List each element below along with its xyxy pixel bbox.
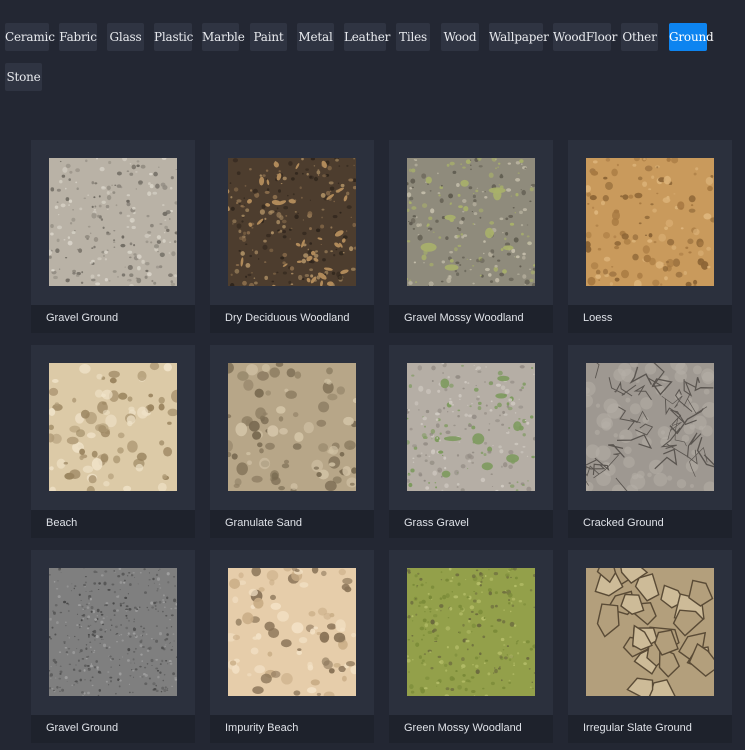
material-thumbnail[interactable]	[586, 568, 714, 696]
material-thumbnail[interactable]	[228, 158, 356, 286]
material-name: Impurity Beach	[225, 722, 299, 734]
material-name: Gravel Mossy Woodland	[404, 312, 524, 324]
material-name: Granulate Sand	[225, 517, 303, 529]
material-label-bar: Gravel Ground	[31, 305, 195, 333]
material-name: Loess	[583, 312, 613, 324]
material-label-bar: Loess	[568, 305, 732, 333]
category-tab-woodfloor[interactable]: WoodFloor	[553, 23, 617, 51]
category-tab-marble[interactable]: Marble	[202, 23, 245, 51]
material-label-bar: Granulate Sand	[210, 510, 374, 538]
category-tab-leather[interactable]: Leather	[344, 23, 390, 51]
material-thumbnail[interactable]	[228, 363, 356, 491]
category-tab-fabric[interactable]: Fabric	[59, 23, 97, 51]
category-tab-other[interactable]: Other	[621, 23, 658, 51]
impurity-beach-texture	[228, 568, 356, 696]
material-name: Green Mossy Woodland	[404, 722, 522, 734]
cracked-texture	[586, 363, 714, 491]
material-name: Beach	[46, 517, 78, 529]
category-tab-ceramic[interactable]: Ceramic	[5, 23, 55, 51]
green-moss-texture	[407, 568, 535, 696]
material-card[interactable]: Beach	[31, 345, 195, 538]
material-name: Gravel Ground	[46, 722, 119, 734]
material-label-bar: Grass Gravel	[389, 510, 553, 538]
gravel-light-texture	[49, 158, 177, 286]
material-card[interactable]: Granulate Sand	[210, 345, 374, 538]
material-thumbnail[interactable]	[586, 363, 714, 491]
material-label-bar: Impurity Beach	[210, 715, 374, 743]
category-tab-ground[interactable]: Ground	[669, 23, 714, 51]
material-card[interactable]: Gravel Mossy Woodland	[389, 140, 553, 333]
category-tab-wallpaper[interactable]: Wallpaper	[489, 23, 549, 51]
material-name: Cracked Ground	[583, 517, 664, 529]
material-label-bar: Gravel Mossy Woodland	[389, 305, 553, 333]
material-name: Dry Deciduous Woodland	[225, 312, 350, 324]
material-card[interactable]: Cracked Ground	[568, 345, 732, 538]
material-thumbnail[interactable]	[49, 363, 177, 491]
material-label-bar: Gravel Ground	[31, 715, 195, 743]
material-card[interactable]: Gravel Ground	[31, 550, 195, 743]
material-thumbnail[interactable]	[407, 568, 535, 696]
category-tab-paint[interactable]: Paint	[250, 23, 287, 51]
gravel-dark-texture	[49, 568, 177, 696]
material-card[interactable]: Gravel Ground	[31, 140, 195, 333]
loess-texture	[586, 158, 714, 286]
category-tab-glass[interactable]: Glass	[107, 23, 144, 51]
material-thumbnail[interactable]	[49, 568, 177, 696]
material-card[interactable]: Loess	[568, 140, 732, 333]
material-name: Gravel Ground	[46, 312, 119, 324]
grass-gravel-texture	[407, 363, 535, 491]
material-card[interactable]: Irregular Slate Ground	[568, 550, 732, 743]
material-thumbnail[interactable]	[407, 158, 535, 286]
material-label-bar: Irregular Slate Ground	[568, 715, 732, 743]
material-thumbnail[interactable]	[407, 363, 535, 491]
beach-sand-texture	[49, 363, 177, 491]
category-tab-wood[interactable]: Wood	[441, 23, 479, 51]
category-tab-metal[interactable]: Metal	[297, 23, 334, 51]
material-name: Grass Gravel	[404, 517, 469, 529]
material-label-bar: Green Mossy Woodland	[389, 715, 553, 743]
category-tab-tiles[interactable]: Tiles	[396, 23, 430, 51]
material-card[interactable]: Dry Deciduous Woodland	[210, 140, 374, 333]
material-label-bar: Dry Deciduous Woodland	[210, 305, 374, 333]
category-tab-plastic[interactable]: Plastic	[154, 23, 193, 51]
material-name: Irregular Slate Ground	[583, 722, 692, 734]
soil-leaves-texture	[228, 158, 356, 286]
slate-texture	[586, 568, 714, 696]
granulate-sand-texture	[228, 363, 356, 491]
material-label-bar: Beach	[31, 510, 195, 538]
mossy-gravel-texture	[407, 158, 535, 286]
material-card[interactable]: Impurity Beach	[210, 550, 374, 743]
material-thumbnail[interactable]	[586, 158, 714, 286]
material-card[interactable]: Grass Gravel	[389, 345, 553, 538]
category-tab-stone[interactable]: Stone	[5, 63, 42, 91]
material-thumbnail[interactable]	[49, 158, 177, 286]
material-label-bar: Cracked Ground	[568, 510, 732, 538]
material-thumbnail[interactable]	[228, 568, 356, 696]
material-card[interactable]: Green Mossy Woodland	[389, 550, 553, 743]
